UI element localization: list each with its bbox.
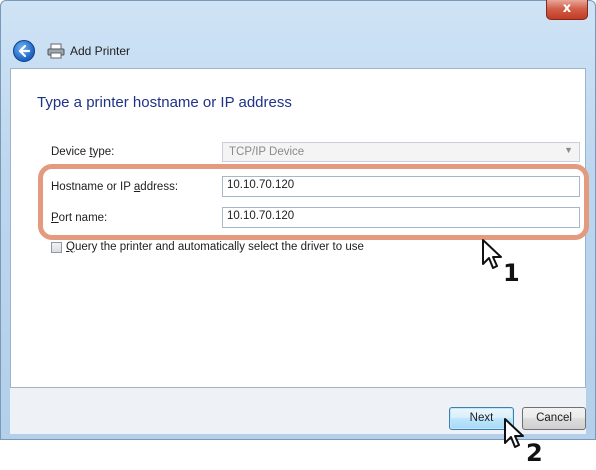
device-type-value: TCP/IP Device bbox=[229, 146, 305, 158]
step-1-callout: 1 bbox=[503, 259, 520, 287]
mouse-pointer-icon bbox=[504, 418, 524, 448]
close-button[interactable]: x bbox=[546, 0, 588, 20]
close-icon: x bbox=[562, 1, 572, 16]
query-printer-checkbox[interactable] bbox=[51, 242, 62, 253]
page-heading: Type a printer hostname or IP address bbox=[37, 94, 292, 111]
device-type-label: Device type: bbox=[51, 146, 115, 158]
window-title: Add Printer bbox=[70, 44, 131, 58]
highlight-frame bbox=[38, 164, 589, 240]
back-arrow-icon bbox=[18, 44, 31, 58]
back-button[interactable] bbox=[13, 40, 35, 62]
query-printer-label[interactable]: Query the printer and automatically sele… bbox=[66, 241, 364, 253]
cancel-button[interactable]: Cancel bbox=[522, 407, 586, 430]
printer-icon bbox=[47, 43, 65, 59]
device-type-select[interactable]: TCP/IP Device ▼ bbox=[222, 142, 580, 162]
step-2-callout: 2 bbox=[526, 439, 543, 467]
chevron-down-icon: ▼ bbox=[564, 145, 573, 155]
mouse-pointer-icon bbox=[482, 239, 502, 269]
